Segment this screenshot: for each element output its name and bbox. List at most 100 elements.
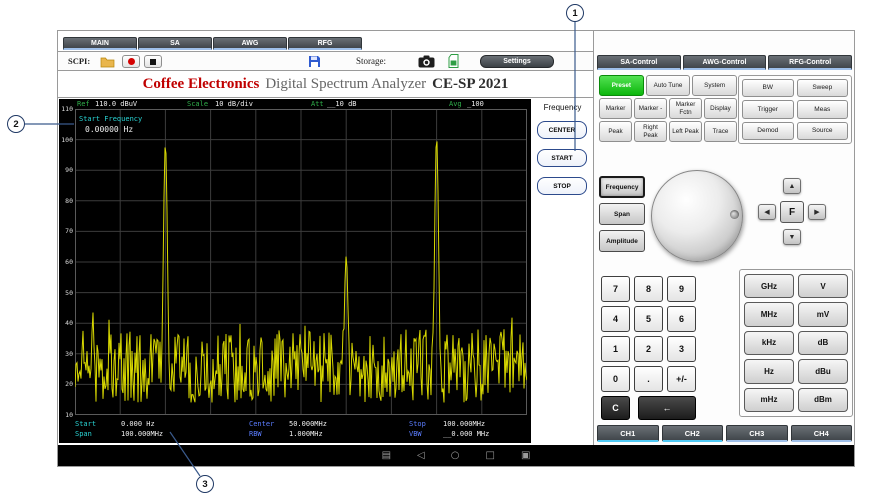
key-8[interactable]: 8 [634,276,663,302]
right-arrow-key[interactable]: ▶ [808,204,826,220]
bw-button[interactable]: BW [742,79,794,97]
center-freq-value: 50.000MHz [289,420,327,428]
key-mhz[interactable]: MHz [744,302,794,326]
stop-button[interactable] [144,55,162,68]
right-peak-button[interactable]: Right Peak [634,121,667,142]
tab-awg[interactable]: AWG [213,37,287,50]
unit-key-group: GHz V MHz mV kHz dB Hz dBu mHz dBm [739,269,853,417]
key-clear[interactable]: C [601,396,630,420]
left-peak-button[interactable]: Left Peak [669,121,702,142]
tab-sa-control[interactable]: SA-Control [597,55,681,70]
scpi-label: SCPI: [68,56,90,66]
key-3[interactable]: 3 [667,336,696,362]
span-mode-button[interactable]: Span [599,203,645,225]
frequency-mode-button[interactable]: Frequency [599,176,645,198]
callout-3: 3 [196,475,214,493]
storage-label: Storage: [356,56,386,66]
key-plus-minus[interactable]: +/- [667,366,696,392]
key-0[interactable]: 0 [601,366,630,392]
tab-ch4[interactable]: CH4 [791,425,853,442]
marker-minus-button[interactable]: Marker - [634,98,667,119]
trace-button[interactable]: Trace [704,121,737,142]
key-5[interactable]: 5 [634,306,663,332]
key-ghz[interactable]: GHz [744,274,794,298]
rotary-knob[interactable] [651,170,743,262]
key-2[interactable]: 2 [634,336,663,362]
marker-fctn-button[interactable]: Marker Fctn [669,98,702,119]
tab-ch3[interactable]: CH3 [726,425,788,442]
spectrum-trace [75,109,527,415]
meas-button[interactable]: Meas [797,100,849,118]
stop-freq-label: Stop [409,420,426,428]
frequency-softkey-panel: Frequency CENTER START STOP [532,99,593,443]
tab-sa[interactable]: SA [138,37,212,50]
home-icon[interactable]: ○ [451,451,460,461]
left-arrow-key[interactable]: ◀ [758,204,776,220]
key-7[interactable]: 7 [601,276,630,302]
vbw-value: __0.000 MHz [443,430,489,438]
stop-softkey-button[interactable]: STOP [537,177,587,195]
title-bar: Coffee Electronics Digital Spectrum Anal… [58,71,593,98]
record-icon [128,58,135,65]
up-arrow-key[interactable]: ▲ [783,178,801,194]
key-backspace[interactable]: ← [638,396,696,420]
key-6[interactable]: 6 [667,306,696,332]
y-axis-tick: 70 [59,227,73,235]
key-dbm[interactable]: dBm [798,388,848,412]
preset-button[interactable]: Preset [599,75,644,96]
y-axis-tick: 60 [59,258,73,266]
trigger-button[interactable]: Trigger [742,100,794,118]
tab-ch1[interactable]: CH1 [597,425,659,442]
key-v[interactable]: V [798,274,848,298]
tab-rfg-control[interactable]: RFG-Control [768,55,852,70]
recents-icon[interactable]: □ [485,451,494,461]
key-1[interactable]: 1 [601,336,630,362]
key-decimal[interactable]: . [634,366,663,392]
stop-freq-value: 100.000MHz [443,420,485,428]
key-db[interactable]: dB [798,331,848,355]
keyboard-hide-icon[interactable]: ▤ [382,451,391,461]
record-button[interactable] [122,55,140,68]
peak-button[interactable]: Peak [599,121,632,142]
source-button[interactable]: Source [797,122,849,140]
tab-awg-control[interactable]: AWG-Control [683,55,767,70]
key-khz[interactable]: kHz [744,331,794,355]
system-button[interactable]: System [692,75,737,96]
amplitude-mode-button[interactable]: Amplitude [599,230,645,252]
android-nav-bar: ▤ ◁ ○ □ ▣ [58,445,854,466]
display-button[interactable]: Display [704,98,737,119]
key-mhz-milli[interactable]: mHz [744,388,794,412]
start-freq-value: 0.000 Hz [121,420,155,428]
key-hz[interactable]: Hz [744,359,794,383]
auto-tune-button[interactable]: Auto Tune [646,75,691,96]
screenshot-icon[interactable]: ▣ [521,451,530,461]
start-softkey-button[interactable]: START [537,149,587,167]
settings-button[interactable]: Settings [480,55,554,68]
y-axis-tick: 110 [59,105,73,113]
knob-dimple [730,210,739,219]
active-parameter-label: Start Frequency [79,115,142,123]
scale-value: 10 dB/div [215,100,253,108]
key-mv[interactable]: mV [798,302,848,326]
key-dbu[interactable]: dBu [798,359,848,383]
f-key[interactable]: F [780,201,804,223]
demod-button[interactable]: Demod [742,122,794,140]
back-icon[interactable]: ◁ [417,451,425,461]
ref-value: 110.0 dBuV [95,100,137,108]
start-freq-label: Start [75,420,96,428]
toolbar: SCPI: Storage: Settings [58,51,593,71]
sweep-button[interactable]: Sweep [797,79,849,97]
marker-button[interactable]: Marker [599,98,632,119]
key-4[interactable]: 4 [601,306,630,332]
spectrum-display: Ref 110.0 dBuV Scale 10 dB/div Att __10 … [59,99,531,443]
tab-rfg[interactable]: RFG [288,37,362,50]
softkey-panel-title: Frequency [532,103,593,112]
key-9[interactable]: 9 [667,276,696,302]
tab-ch2[interactable]: CH2 [662,425,724,442]
tab-main[interactable]: MAIN [63,37,137,50]
callout-2: 2 [7,115,25,133]
down-arrow-key[interactable]: ▼ [783,229,801,245]
center-softkey-button[interactable]: CENTER [537,121,587,139]
center-freq-label: Center [249,420,274,428]
callout-1: 1 [566,4,584,22]
